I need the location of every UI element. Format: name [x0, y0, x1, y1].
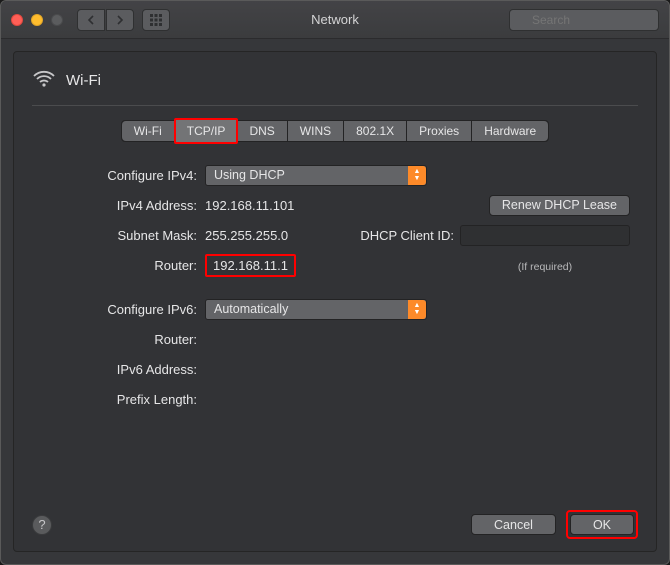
label-configure-ipv6: Configure IPv6:	[40, 302, 205, 317]
divider	[32, 105, 638, 106]
row-ipv6-address: IPv6 Address:	[40, 354, 630, 384]
row-configure-ipv4: Configure IPv4: Using DHCP ▲▼	[40, 160, 630, 190]
form-area: Configure IPv4: Using DHCP ▲▼ IPv4 Addre…	[32, 160, 638, 414]
row-configure-ipv6: Configure IPv6: Automatically ▲▼	[40, 294, 630, 324]
tab-dns[interactable]: DNS	[237, 121, 287, 141]
window-title: Network	[311, 12, 359, 27]
row-router-ipv6: Router:	[40, 324, 630, 354]
help-button[interactable]: ?	[32, 515, 52, 535]
tab-hardware[interactable]: Hardware	[472, 121, 548, 141]
row-ipv4-address: IPv4 Address: 192.168.11.101 Renew DHCP …	[40, 190, 630, 220]
help-icon: ?	[38, 517, 45, 532]
tab-8021x[interactable]: 802.1X	[344, 121, 407, 141]
titlebar: Network	[1, 1, 669, 39]
preferences-window: Network Wi-Fi Wi-Fi	[0, 0, 670, 565]
select-configure-ipv6-value: Automatically	[214, 302, 288, 316]
highlight-ok: OK	[566, 510, 638, 539]
input-dhcp-client-id[interactable]	[460, 225, 630, 246]
search-input[interactable]	[509, 9, 659, 31]
tab-bar: Wi-Fi TCP/IP DNS WINS 802.1X Proxies Har…	[32, 120, 638, 142]
select-configure-ipv4[interactable]: Using DHCP ▲▼	[205, 165, 427, 186]
row-subnet: Subnet Mask: 255.255.255.0 DHCP Client I…	[40, 220, 630, 250]
label-prefix-length: Prefix Length:	[40, 392, 205, 407]
close-window-button[interactable]	[11, 14, 23, 26]
wifi-icon	[32, 68, 56, 93]
panel-header: Wi-Fi	[32, 68, 638, 93]
highlight-router-value: 192.168.11.1	[205, 254, 296, 277]
value-router-ipv4: 192.168.11.1	[213, 258, 288, 273]
label-configure-ipv4: Configure IPv4:	[40, 168, 205, 183]
footer: ? Cancel OK	[32, 500, 638, 539]
search-wrap	[509, 9, 659, 31]
updown-icon: ▲▼	[408, 166, 426, 185]
panel-title: Wi-Fi	[66, 72, 101, 89]
select-configure-ipv4-value: Using DHCP	[214, 168, 285, 182]
note-if-required: (If required)	[518, 261, 572, 273]
minimize-window-button[interactable]	[31, 14, 43, 26]
forward-button[interactable]	[106, 9, 134, 31]
tab-wins[interactable]: WINS	[288, 121, 344, 141]
ok-button[interactable]: OK	[570, 514, 634, 535]
value-subnet: 255.255.255.0	[205, 228, 288, 243]
cancel-button[interactable]: Cancel	[471, 514, 556, 535]
content-panel: Wi-Fi Wi-Fi TCP/IP DNS WINS 802.1X Proxi…	[13, 51, 657, 552]
updown-icon: ▲▼	[408, 300, 426, 319]
chevron-left-icon	[87, 15, 95, 25]
renew-dhcp-button[interactable]: Renew DHCP Lease	[489, 195, 630, 216]
chevron-right-icon	[116, 15, 124, 25]
tab-proxies[interactable]: Proxies	[407, 121, 472, 141]
zoom-window-button	[51, 14, 63, 26]
value-ipv4-address: 192.168.11.101	[205, 198, 294, 213]
row-router-ipv4: Router: 192.168.11.1 (If required)	[40, 250, 630, 280]
back-button[interactable]	[77, 9, 105, 31]
tab-strip: Wi-Fi TCP/IP DNS WINS 802.1X Proxies Har…	[121, 120, 549, 142]
show-all-button[interactable]	[142, 9, 170, 31]
label-dhcp-client-id: DHCP Client ID:	[360, 228, 454, 243]
label-router-ipv4: Router:	[40, 258, 205, 273]
nav-group	[77, 9, 134, 31]
window-controls	[11, 14, 63, 26]
grid-icon	[150, 14, 162, 26]
label-ipv4-address: IPv4 Address:	[40, 198, 205, 213]
label-ipv6-address: IPv6 Address:	[40, 362, 205, 377]
label-subnet: Subnet Mask:	[40, 228, 205, 243]
select-configure-ipv6[interactable]: Automatically ▲▼	[205, 299, 427, 320]
row-prefix-length: Prefix Length:	[40, 384, 630, 414]
tab-tcpip[interactable]: TCP/IP	[174, 118, 239, 144]
label-router-ipv6: Router:	[40, 332, 205, 347]
tab-wifi[interactable]: Wi-Fi	[122, 121, 175, 141]
